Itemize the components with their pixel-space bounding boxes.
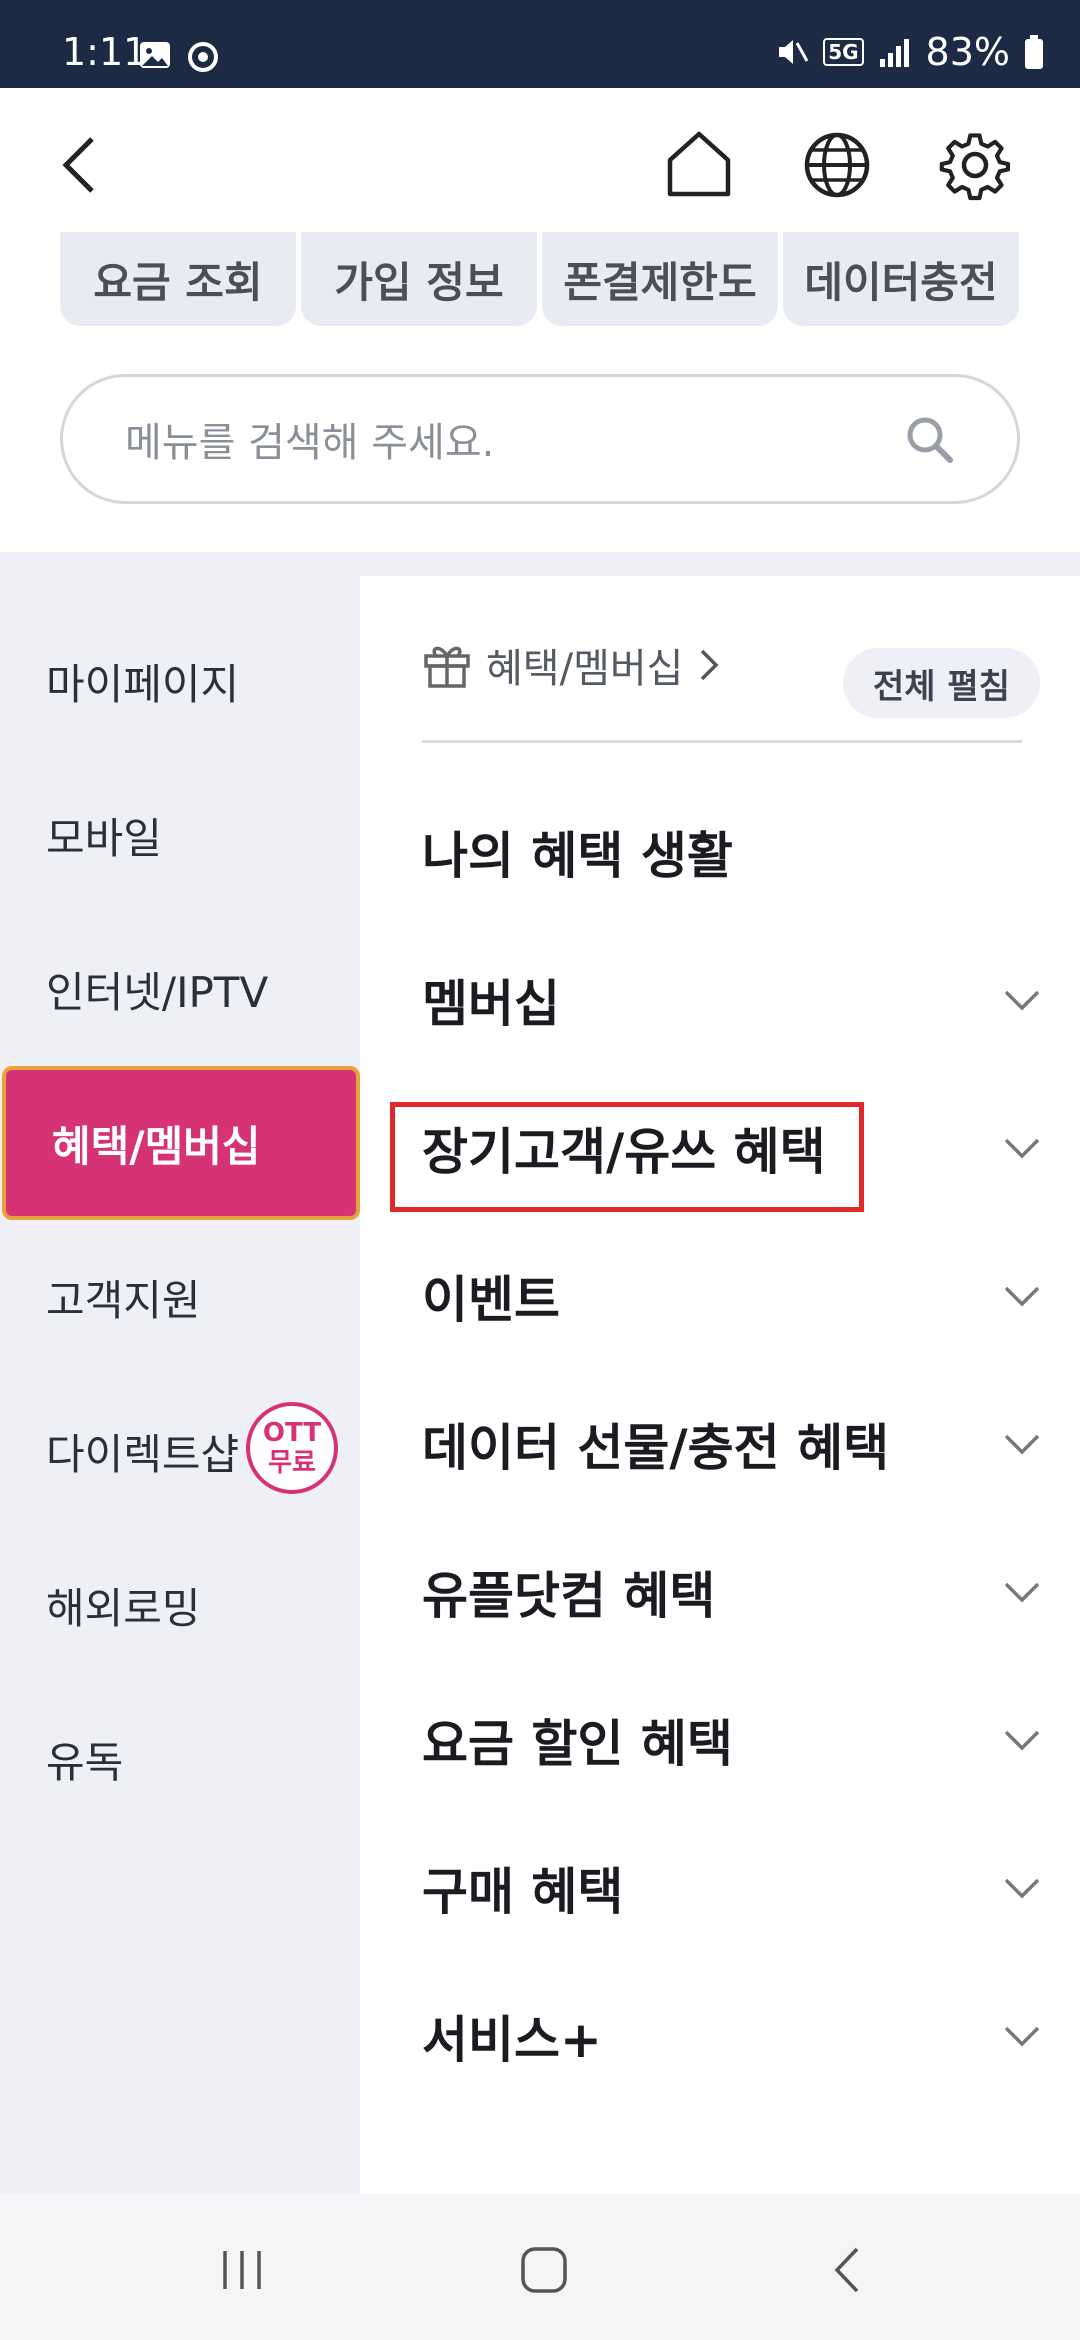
sidebar-item-mypage[interactable]: 마이페이지 <box>0 604 360 758</box>
menu-purchase-benefits[interactable]: 구매 혜택 <box>422 1814 1042 1962</box>
menu-label: 이벤트 <box>422 1271 560 1329</box>
signal-icon <box>879 39 909 67</box>
back-button[interactable] <box>36 120 126 210</box>
chevron-down-icon <box>1004 1878 1040 1899</box>
home-icon <box>667 131 731 197</box>
sidebar: 마이페이지 모바일 인터넷/IPTV 혜택/멤버십 고객지원 다이렉트샵 OTT… <box>0 552 360 2194</box>
home-nav-button[interactable] <box>504 2230 584 2310</box>
highlight-box <box>390 1102 864 1212</box>
gift-icon <box>424 646 470 688</box>
menu-my-benefits[interactable]: 나의 혜택 생활 <box>422 778 1042 926</box>
chevron-down-icon <box>1004 1286 1040 1307</box>
chevron-left-icon <box>62 137 94 193</box>
menu-label: 구매 혜택 <box>422 1863 624 1921</box>
quick-tab-payment-limit[interactable]: 폰결제한도 <box>542 232 778 326</box>
language-button[interactable] <box>792 120 882 210</box>
menu-label: 서비스+ <box>422 2011 602 2069</box>
settings-button[interactable] <box>930 120 1020 210</box>
globe-icon <box>804 132 870 198</box>
network-type: 5G <box>823 38 864 66</box>
quick-menu: 요금 조회 가입 정보 폰결제한도 데이터충전 <box>60 232 1019 326</box>
chevron-down-icon <box>1004 990 1040 1011</box>
menu-service-plus[interactable]: 서비스+ <box>422 1962 1042 2110</box>
status-bar: 1:11 5G 83% <box>0 0 1080 88</box>
recent-apps-button[interactable] <box>202 2230 282 2310</box>
mute-icon <box>779 40 809 64</box>
sidebar-item-internet-iptv[interactable]: 인터넷/IPTV <box>0 912 360 1066</box>
quick-tab-bill[interactable]: 요금 조회 <box>60 232 296 326</box>
quick-tab-data-charge[interactable]: 데이터충전 <box>783 232 1019 326</box>
chevron-down-icon <box>1004 1582 1040 1603</box>
chevron-down-icon <box>1004 1138 1040 1159</box>
menu-membership[interactable]: 멤버십 <box>422 926 1042 1074</box>
sidebar-item-support[interactable]: 고객지원 <box>0 1220 360 1374</box>
chevron-down-icon <box>1004 2026 1040 2047</box>
content-panel: 혜택/멤버십 전체 펼침 나의 혜택 생활 멤버십 장기고객/유쓰 혜택 이벤트… <box>360 576 1080 2194</box>
ott-free-badge: OTT 무료 <box>246 1402 338 1494</box>
menu-label: 멤버십 <box>422 975 560 1033</box>
back-nav-icon <box>834 2247 859 2293</box>
menu-uplus-benefits[interactable]: 유플닷컴 혜택 <box>422 1518 1042 1666</box>
sidebar-item-roaming[interactable]: 해외로밍 <box>0 1528 360 1682</box>
expand-all-button[interactable]: 전체 펼침 <box>843 648 1040 718</box>
sidebar-item-udok[interactable]: 유독 <box>0 1682 360 1836</box>
search-icon[interactable] <box>905 415 955 465</box>
breadcrumb[interactable]: 혜택/멤버십 <box>422 636 721 694</box>
divider <box>422 740 1022 743</box>
sync-icon <box>188 42 218 72</box>
badge-line1: OTT <box>262 1418 322 1448</box>
quick-tab-subscription[interactable]: 가입 정보 <box>301 232 537 326</box>
recent-apps-icon <box>223 2251 261 2289</box>
chevron-down-icon <box>1004 1434 1040 1455</box>
menu-fee-discount[interactable]: 요금 할인 혜택 <box>422 1666 1042 1814</box>
menu-label: 유플닷컴 혜택 <box>422 1567 716 1625</box>
status-time: 1:11 <box>62 30 148 74</box>
menu-label: 나의 혜택 생활 <box>422 827 733 885</box>
home-nav-icon <box>521 2247 567 2293</box>
sidebar-item-benefits[interactable]: 혜택/멤버십 <box>2 1066 360 1220</box>
breadcrumb-label: 혜택/멤버십 <box>486 646 684 692</box>
menu-event[interactable]: 이벤트 <box>422 1222 1042 1370</box>
back-nav-button[interactable] <box>808 2230 888 2310</box>
system-nav-bar <box>0 2194 1080 2340</box>
home-button[interactable] <box>654 120 744 210</box>
search-placeholder: 메뉴를 검색해 주세요. <box>125 420 495 466</box>
sidebar-item-mobile[interactable]: 모바일 <box>0 758 360 912</box>
sidebar-item-label: 다이렉트샵 <box>46 1429 240 1479</box>
chevron-down-icon <box>1004 1730 1040 1751</box>
badge-line2: 무료 <box>268 1448 316 1478</box>
sidebar-item-direct-shop[interactable]: 다이렉트샵 OTT 무료 <box>0 1374 360 1528</box>
search-input[interactable]: 메뉴를 검색해 주세요. <box>60 374 1020 504</box>
gallery-icon <box>140 42 170 68</box>
menu-data-gift[interactable]: 데이터 선물/충전 혜택 <box>422 1370 1042 1518</box>
app-header <box>0 88 1080 238</box>
chevron-right-icon <box>701 649 719 681</box>
battery-icon <box>1025 35 1043 69</box>
battery-percent: 83% <box>925 30 1010 74</box>
menu-label: 요금 할인 혜택 <box>422 1715 733 1773</box>
menu-label: 데이터 선물/충전 혜택 <box>422 1419 890 1477</box>
gear-icon <box>939 133 1011 201</box>
